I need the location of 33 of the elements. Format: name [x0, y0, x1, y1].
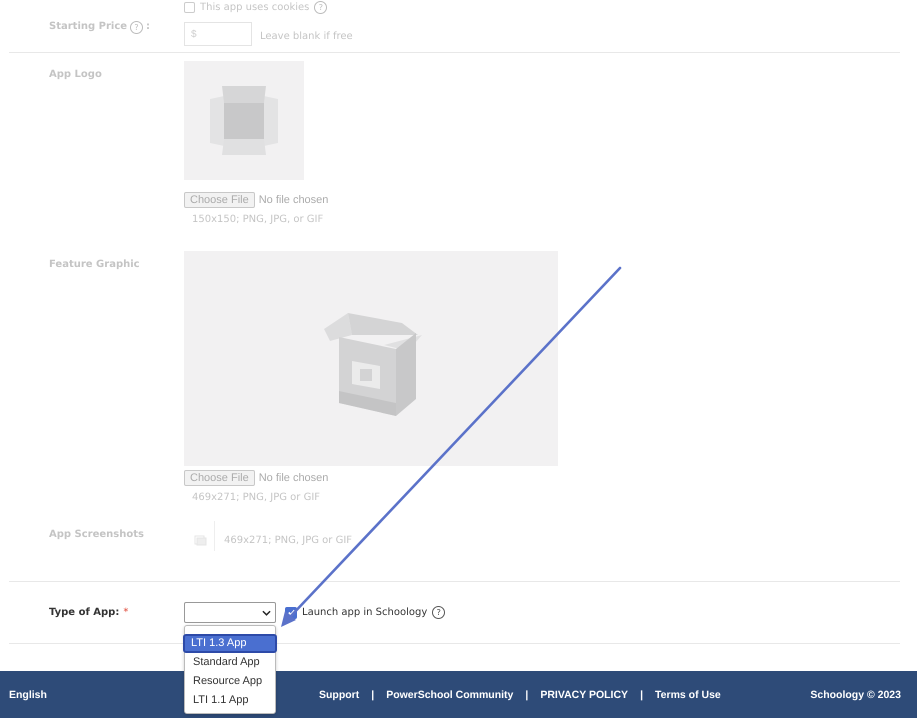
- file-status: No file chosen: [258, 194, 328, 206]
- hint-text: 469x271; PNG, JPG or GIF: [192, 492, 322, 503]
- help-icon[interactable]: ?: [432, 606, 446, 619]
- dropdown-option[interactable]: LTI 1.3 App: [183, 634, 277, 653]
- language-link[interactable]: English: [9, 688, 47, 700]
- hint-text: 469x271; PNG, JPG or GIF: [224, 534, 352, 546]
- required-mark: *: [123, 607, 128, 618]
- copyright-text: Schoology © 2023: [810, 688, 901, 700]
- footer-link[interactable]: PowerSchool Community: [386, 688, 514, 700]
- field-label: Type of App:: [49, 607, 120, 618]
- separator: |: [640, 688, 644, 700]
- field-label: Starting Price: [49, 21, 128, 32]
- colon: :: [146, 21, 150, 32]
- checkbox[interactable]: [184, 2, 195, 13]
- chevron-down-icon: [262, 610, 271, 616]
- field-label: Feature Graphic: [49, 259, 140, 270]
- footer-link[interactable]: Support: [319, 688, 360, 700]
- hint-text: Leave blank if free: [260, 30, 353, 42]
- dropdown-option[interactable]: Standard App: [185, 653, 275, 672]
- field-label: App Logo: [49, 69, 102, 80]
- type-select[interactable]: [184, 602, 276, 623]
- dropdown-option[interactable]: Resource App: [185, 672, 275, 691]
- hint-text: 150x150; PNG, JPG, or GIF: [192, 214, 324, 225]
- separator: |: [371, 688, 374, 700]
- footer-link[interactable]: Terms of Use: [655, 688, 721, 700]
- checkbox-label: This app uses cookies: [200, 2, 310, 13]
- separator: |: [525, 688, 528, 700]
- dropdown-option[interactable]: LTI 1.1 App: [185, 691, 275, 710]
- price-input[interactable]: $: [184, 22, 252, 46]
- footer-link[interactable]: PRIVACY POLICY: [540, 688, 628, 700]
- checkbox-label: Launch app in Schoology: [302, 607, 428, 618]
- field-label: App Screenshots: [49, 529, 144, 540]
- file-status: No file chosen: [258, 472, 328, 484]
